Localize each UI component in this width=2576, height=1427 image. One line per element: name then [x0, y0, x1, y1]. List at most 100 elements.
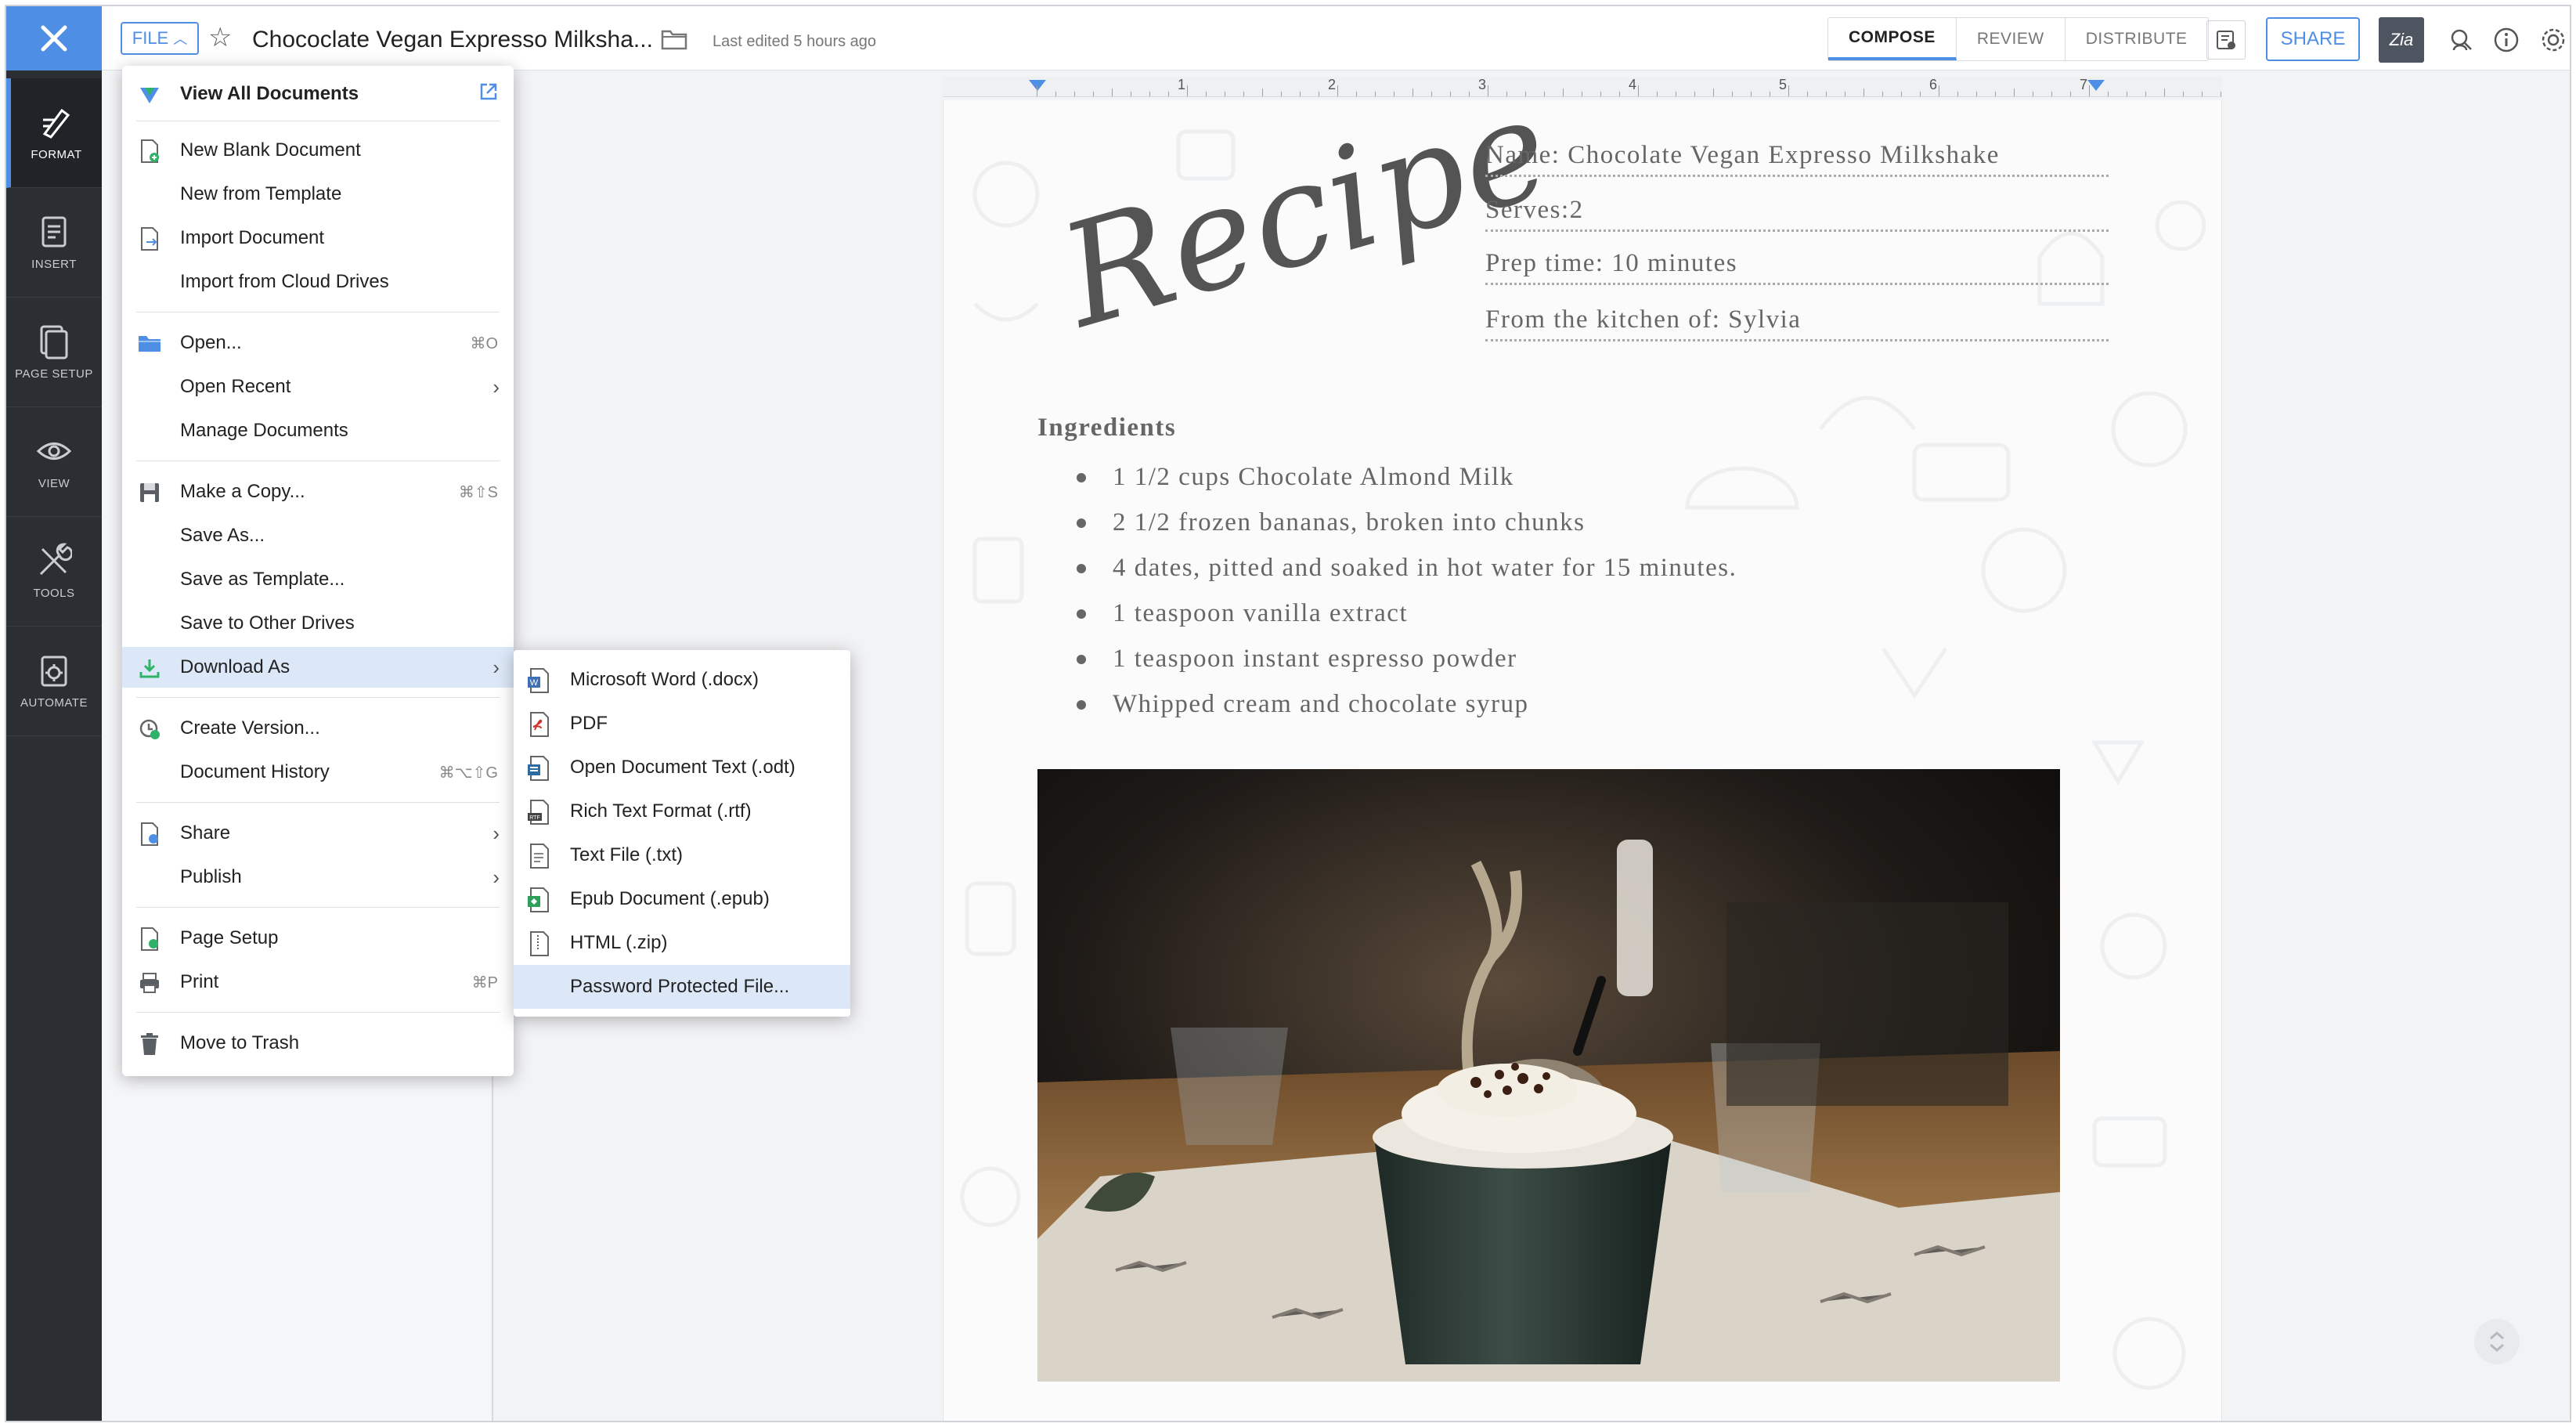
download-option-odt[interactable]: Open Document Text (.odt) [514, 746, 850, 789]
download-option-epub[interactable]: Epub Document (.epub) [514, 877, 850, 921]
milkshake-photo[interactable] [1037, 769, 2060, 1382]
insert-icon [41, 216, 67, 247]
download-option-password-protected[interactable]: Password Protected File... [514, 965, 850, 1009]
menu-item-make-copy[interactable]: Make a Copy... ⌘⇧S [122, 471, 514, 512]
share-button[interactable]: SHARE [2266, 17, 2360, 61]
menu-item-create-version[interactable]: Create Version... [122, 708, 514, 749]
ruler-number: 6 [1929, 77, 1938, 92]
menu-item-new-from-template[interactable]: New from Template [122, 174, 514, 215]
recipe-name-line: Name: Chocolate Vegan Expresso Milkshake [1485, 141, 2109, 177]
menu-label: New from Template [180, 183, 342, 204]
menu-item-import-cloud[interactable]: Import from Cloud Drives [122, 262, 514, 302]
folder-icon[interactable] [661, 27, 687, 50]
rail-item-page-setup[interactable]: PAGE SETUP [6, 298, 102, 407]
document-title[interactable]: Chococlate Vegan Expresso Milksha... [252, 27, 653, 53]
rail-label-page-setup: PAGE SETUP [15, 367, 93, 381]
writer-logo-icon [136, 81, 163, 108]
ruler-tick [2070, 92, 2071, 96]
ruler-tick [1863, 89, 1864, 96]
menu-item-import-document[interactable]: Import Document [122, 218, 514, 258]
left-indent-marker[interactable] [1029, 80, 1046, 91]
shortcut-label: ⌘⌥⇧G [438, 764, 498, 782]
menu-item-page-setup[interactable]: Page Setup [122, 918, 514, 959]
close-icon [41, 25, 67, 52]
menu-divider [136, 1012, 500, 1013]
pdf-file-icon [530, 712, 549, 737]
menu-label: View All Documents [180, 83, 359, 104]
menu-item-print[interactable]: Print ⌘P [122, 962, 514, 1003]
info-button[interactable] [2487, 20, 2526, 60]
menu-label: Share [180, 822, 231, 844]
ruler-tick [1450, 92, 1451, 96]
download-option-docx[interactable]: W Microsoft Word (.docx) [514, 658, 850, 702]
svg-text:RTF: RTF [529, 815, 539, 821]
download-option-txt[interactable]: Text File (.txt) [514, 833, 850, 877]
document-page[interactable]: Recipe Name: Chocolate Vegan Expresso Mi… [943, 100, 2222, 1421]
notification-button[interactable] [2206, 20, 2246, 60]
menu-item-save-as[interactable]: Save As... [122, 515, 514, 556]
settings-button[interactable] [2534, 20, 2570, 60]
printer-icon [136, 970, 163, 996]
menu-label: Print [180, 971, 219, 992]
ruler-tick [1826, 92, 1827, 96]
tab-distribute[interactable]: DISTRIBUTE [2065, 18, 2208, 60]
chevron-right-icon: › [492, 655, 500, 679]
download-as-submenu: W Microsoft Word (.docx) PDF Open Docume… [514, 650, 850, 1017]
list-item: 1 teaspoon vanilla extract [1037, 591, 1737, 636]
download-option-rtf[interactable]: RTF Rich Text Format (.rtf) [514, 789, 850, 833]
menu-label: Document History [180, 761, 330, 782]
eye-icon [36, 443, 72, 460]
menu-item-document-history[interactable]: Document History ⌘⌥⇧G [122, 752, 514, 793]
ruler-tick [1506, 92, 1507, 96]
menu-item-manage-documents[interactable]: Manage Documents [122, 410, 514, 451]
menu-item-move-to-trash[interactable]: Move to Trash [122, 1023, 514, 1064]
rail-item-insert[interactable]: INSERT [6, 188, 102, 298]
close-button[interactable] [6, 6, 102, 70]
rail-item-tools[interactable]: TOOLS [6, 517, 102, 627]
menu-item-open[interactable]: Open... ⌘O [122, 323, 514, 363]
ruler-tick [2108, 92, 2109, 96]
download-option-html[interactable]: HTML (.zip) [514, 921, 850, 965]
chevrons-icon [2490, 1331, 2504, 1352]
horizontal-ruler[interactable]: 1 2 3 4 5 6 7 [943, 77, 2222, 97]
tab-compose[interactable]: COMPOSE [1828, 18, 1957, 60]
menu-item-open-recent[interactable]: Open Recent › [122, 367, 514, 407]
menu-item-share[interactable]: Share › [122, 813, 514, 854]
download-option-pdf[interactable]: PDF [514, 702, 850, 746]
file-menu-button[interactable]: FILE ︿ [121, 22, 199, 55]
ruler-tick [2014, 89, 2015, 96]
star-icon[interactable]: ☆ [208, 23, 232, 52]
menu-item-save-to-other-drives[interactable]: Save to Other Drives [122, 603, 514, 644]
ruler-tick [1563, 89, 1564, 96]
file-label: FILE [132, 28, 169, 48]
menu-label: Save to Other Drives [180, 612, 355, 634]
menu-label: Create Version... [180, 717, 320, 739]
menu-divider [136, 907, 500, 908]
ruler-tick [2051, 92, 2052, 96]
rail-item-automate[interactable]: AUTOMATE [6, 627, 102, 736]
menu-label: New Blank Document [180, 139, 361, 161]
right-indent-marker[interactable] [2087, 80, 2105, 91]
menu-item-save-as-template[interactable]: Save as Template... [122, 559, 514, 600]
ruler-number: 2 [1328, 77, 1337, 92]
ruler-tick [2183, 92, 2184, 96]
version-icon [136, 716, 163, 742]
list-item: 1 teaspoon instant espresso powder [1037, 636, 1737, 681]
page-setup-icon [40, 325, 68, 359]
search-button[interactable] [2441, 20, 2480, 60]
ruler-tick [1544, 92, 1545, 96]
menu-item-view-all-documents[interactable]: View All Documents [122, 74, 514, 114]
ruler-tick [1995, 92, 1996, 96]
tab-review[interactable]: REVIEW [1957, 18, 2065, 60]
zia-button[interactable]: Zia [2379, 17, 2424, 63]
menu-item-new-blank[interactable]: New Blank Document [122, 130, 514, 171]
rail-item-format[interactable]: FORMAT [6, 78, 102, 188]
tools-icon [39, 543, 72, 576]
rail-item-view[interactable]: VIEW [6, 407, 102, 517]
menu-item-publish[interactable]: Publish › [122, 857, 514, 898]
scroll-to-top-button[interactable] [2474, 1319, 2520, 1364]
menu-item-download-as[interactable]: Download As › [122, 647, 514, 688]
external-link-icon[interactable] [478, 81, 500, 108]
rtf-file-icon: RTF [528, 800, 549, 825]
ruler-tick [1638, 85, 1639, 96]
